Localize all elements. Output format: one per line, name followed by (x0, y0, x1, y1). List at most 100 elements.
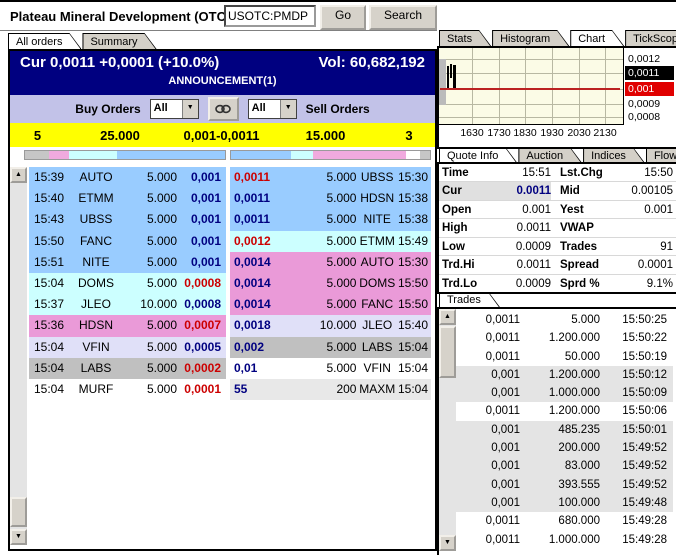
sell-market-maker: UBSS (356, 167, 397, 188)
buy-order[interactable]: 15:04MURF5.0000,0001 (29, 379, 226, 400)
trade-row[interactable]: 0,001100.00015:49:48 (456, 494, 673, 512)
orderbook-scrollbar[interactable]: ▲ ▼ (10, 167, 27, 545)
quote-label: Time (439, 164, 491, 181)
depth-gauge-row (10, 147, 435, 165)
buy-size: 5.000 (123, 252, 177, 273)
buy-order[interactable]: 15:50FANC5.0000,001 (29, 231, 226, 252)
sell-size: 5.000 (287, 209, 356, 230)
buy-filter-select[interactable]: All ▼ (150, 99, 199, 119)
tab-all-orders[interactable]: All orders (8, 33, 81, 49)
link-filters-button[interactable] (208, 97, 239, 121)
trade-row[interactable]: 0,001200.00015:49:52 (456, 439, 673, 457)
buy-order[interactable]: 15:04VFIN5.0000,0005 (29, 337, 226, 358)
buy-order[interactable]: 15:04DOMS5.0000,0008 (29, 273, 226, 294)
buy-order[interactable]: 15:36HDSN5.0000,0007 (29, 315, 226, 336)
trade-row[interactable]: 0,00115.00015:50:25 (456, 311, 673, 329)
buy-order[interactable]: 15:04LABS5.0000,0002 (29, 358, 226, 379)
scrollbar-thumb[interactable] (439, 326, 456, 378)
tab-label: Indices (584, 148, 644, 163)
grid-line (525, 48, 526, 124)
sell-order[interactable]: 0,00115.000HDSN15:38 (230, 188, 431, 209)
trade-row[interactable]: 0,001393.55515:49:52 (456, 476, 673, 494)
sell-market-maker: DOMS (356, 273, 397, 294)
trade-row[interactable]: 0,00183.00015:49:52 (456, 457, 673, 475)
sell-size: 5.000 (287, 231, 356, 252)
tab-label: Stats (440, 31, 490, 46)
trade-row[interactable]: 0,0011680.00015:49:28 (456, 512, 673, 530)
tab-summary[interactable]: Summary (82, 33, 156, 49)
sell-order[interactable]: 0,0025.000LABS15:04 (230, 337, 431, 358)
sell-filter-select[interactable]: All ▼ (248, 99, 297, 119)
trade-price: 0,001 (456, 384, 520, 402)
tab-stats[interactable]: Stats (439, 30, 491, 46)
announcement-link[interactable]: ANNOUNCEMENT(1) (10, 71, 435, 87)
tab-tickscope[interactable]: TickScope (625, 30, 676, 46)
buy-order[interactable]: 15:51NITE5.0000,001 (29, 252, 226, 273)
sell-order[interactable]: 0,00145.000DOMS15:50 (230, 273, 431, 294)
sell-order[interactable]: 0,00145.000AUTO15:30 (230, 252, 431, 273)
orderbook-rows: 15:39AUTO5.0000,0010,00115.000UBSS15:301… (29, 167, 431, 400)
sell-order[interactable]: 55200MAXM15:04 (230, 379, 431, 400)
totals-bar: 5 25.000 0,001-0,0011 15.000 3 (10, 123, 435, 147)
chevron-down-icon[interactable]: ▼ (182, 100, 198, 118)
trade-row[interactable]: 0,00111.200.00015:50:22 (456, 329, 673, 347)
chevron-down-icon[interactable]: ▼ (280, 100, 296, 118)
quote-value: 9.1% (611, 275, 676, 292)
trade-row[interactable]: 0,0011.200.00015:50:12 (456, 366, 673, 384)
trade-time: 15:50:25 (600, 311, 673, 329)
sell-price: 0,0012 (230, 231, 287, 252)
scroll-down-icon[interactable]: ▼ (10, 529, 27, 545)
orderbook-row: 15:40ETMM5.0000,0010,00115.000HDSN15:38 (29, 188, 431, 209)
buy-size: 5.000 (123, 379, 177, 400)
sell-order[interactable]: 0,015.000VFIN15:04 (230, 358, 431, 379)
buy-order[interactable]: 15:43UBSS5.0000,001 (29, 209, 226, 230)
tab-chart[interactable]: Chart (570, 30, 624, 46)
trade-row[interactable]: 0,001485.23515:50:01 (456, 421, 673, 439)
quote-row: Low0.0009Trades91 (439, 238, 676, 256)
trade-row[interactable]: 0,001150.00015:50:19 (456, 348, 673, 366)
orderbook-row: 15:04DOMS5.0000,00080,00145.000DOMS15:50 (29, 273, 431, 294)
quote-label: Lst.Chg (551, 164, 611, 181)
scrollbar-thumb[interactable] (10, 497, 27, 527)
trade-size: 1.200.000 (520, 329, 600, 347)
go-button[interactable]: Go (320, 5, 366, 30)
sell-time: 15:04 (398, 358, 431, 379)
sell-size: 5.000 (287, 337, 356, 358)
tab-histogram[interactable]: Histogram (492, 30, 569, 46)
trade-row[interactable]: 0,00111.000.00015:49:28 (456, 531, 673, 549)
buy-order[interactable]: 15:40ETMM5.0000,001 (29, 188, 226, 209)
trade-row[interactable]: 0,00111.200.00015:50:06 (456, 402, 673, 420)
trade-row[interactable]: 0,0011.000.00015:50:09 (456, 384, 673, 402)
order-filter-bar: Buy Orders All ▼ All ▼ Sell Orders (10, 95, 435, 123)
sell-order[interactable]: 0,00125.000ETMM15:49 (230, 231, 431, 252)
buy-time: 15:04 (29, 358, 69, 379)
buy-order[interactable]: 15:39AUTO5.0000,001 (29, 167, 226, 188)
buy-time: 15:50 (29, 231, 69, 252)
tab-indices[interactable]: Indices (583, 147, 645, 163)
tab-quote-info[interactable]: Quote Info (439, 147, 517, 163)
sell-order[interactable]: 0,001810.000JLEO15:40 (230, 315, 431, 336)
scroll-down-icon[interactable]: ▼ (439, 535, 456, 551)
sell-order[interactable]: 0,00115.000NITE15:38 (230, 209, 431, 230)
trades-scrollbar[interactable]: ▲ ▼ (439, 309, 456, 551)
sell-order[interactable]: 0,00115.000UBSS15:30 (230, 167, 431, 188)
symbol-input[interactable] (224, 5, 316, 27)
tab-flow[interactable]: Flow (646, 147, 676, 163)
trade-time: 15:49:52 (600, 476, 673, 494)
buy-order[interactable]: 15:37JLEO10.0000,0008 (29, 294, 226, 315)
tab-auction[interactable]: Auction (518, 147, 582, 163)
trade-size: 100.000 (520, 494, 600, 512)
sell-time: 15:38 (398, 188, 431, 209)
sell-price: 0,0018 (230, 315, 287, 336)
volume-text: Vol: 60,682,192 (319, 54, 425, 71)
x-tick-label: 1630 (457, 127, 487, 139)
buy-size: 5.000 (123, 167, 177, 188)
search-button[interactable]: Search (369, 5, 437, 30)
scroll-up-icon[interactable]: ▲ (10, 167, 27, 183)
sell-order[interactable]: 0,00145.000FANC15:50 (230, 294, 431, 315)
quote-value: 15:50 (611, 164, 676, 181)
quote-tabbar: Quote InfoAuctionIndicesFlow (439, 147, 676, 163)
quote-label: Mid (551, 182, 611, 199)
quote-value: 0.0009 (491, 238, 551, 255)
scroll-up-icon[interactable]: ▲ (439, 309, 456, 325)
